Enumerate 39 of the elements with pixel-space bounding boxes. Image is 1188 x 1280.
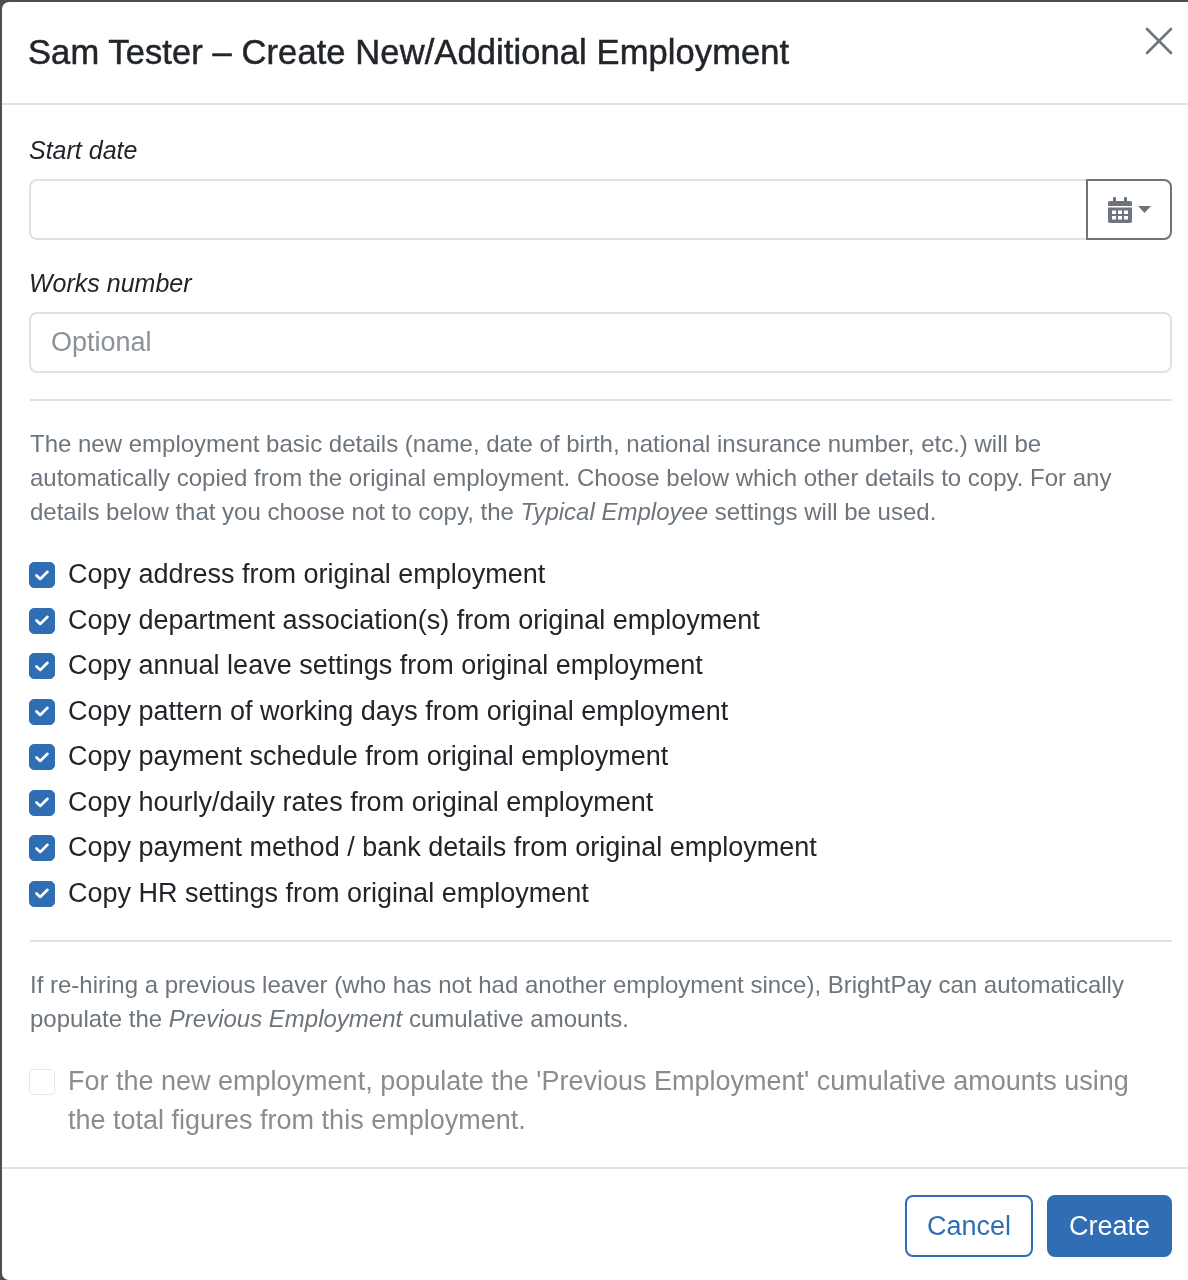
dialog-title: Sam Tester – Create New/Additional Employment [28,33,790,72]
checkbox[interactable] [29,880,55,907]
checkbox[interactable] [29,607,55,634]
checkbox-label: Copy HR settings from original employment [68,876,589,910]
field-label: Start date [29,135,139,166]
check-icon [35,615,49,626]
checkbox-label: Copy pattern of working days from original employment [68,694,729,728]
check-icon [35,751,49,763]
checkbox-label: Copy payment schedule from original employment [68,740,669,773]
close-button[interactable] [1144,25,1174,56]
checkbox[interactable] [29,562,55,588]
date-input-field[interactable] [29,179,1086,240]
close-icon [1145,26,1173,55]
checkbox[interactable] [29,789,55,816]
checkbox-label: For the new employment, populate the 'Previous Employment' cumulative amounts using the total figures from this employment. [68,1065,1130,1137]
calendar-button[interactable] [1086,179,1172,240]
checkbox[interactable] [29,653,55,679]
check-icon [35,888,49,899]
check-icon [35,797,49,808]
checkbox-label: Copy payment method / bank details from original employment [68,831,817,864]
checkbox[interactable] [29,744,55,770]
copy-intro-text: The new employment basic details (name, date of birth, national insurance number, etc.) will be automatically copied from the original employment. Choose below which other details to copy. For any details below that you choose not to copy, the Typical Employee settings will be used. [30,429,1113,527]
calendar-icon [1107,196,1132,223]
checkbox-label: Copy hourly/daily rates from original employment [68,785,654,819]
checkbox[interactable] [29,698,55,725]
text-input-field[interactable]: Optional [29,312,1172,373]
cancel-button[interactable]: Cancel [904,1195,1033,1257]
check-icon [35,842,49,854]
check-icon [35,706,49,717]
check-icon [35,660,49,672]
caret-icon [1137,206,1151,213]
create-button[interactable]: Create [1046,1195,1172,1257]
check-icon [35,569,49,581]
checkbox-label: Copy annual leave settings from original employment [68,649,703,682]
rehire-note-text: If re-hiring a previous leaver (who has not had another employment since), BrightPay can automatically populate the Previous Employment cumulative amounts. [30,970,1125,1034]
field-label: Works number [29,268,194,299]
checkbox[interactable] [29,835,55,861]
checkbox-label: Copy department association(s) from original employment [68,603,760,637]
checkbox-label: Copy address from original employment [68,558,546,591]
